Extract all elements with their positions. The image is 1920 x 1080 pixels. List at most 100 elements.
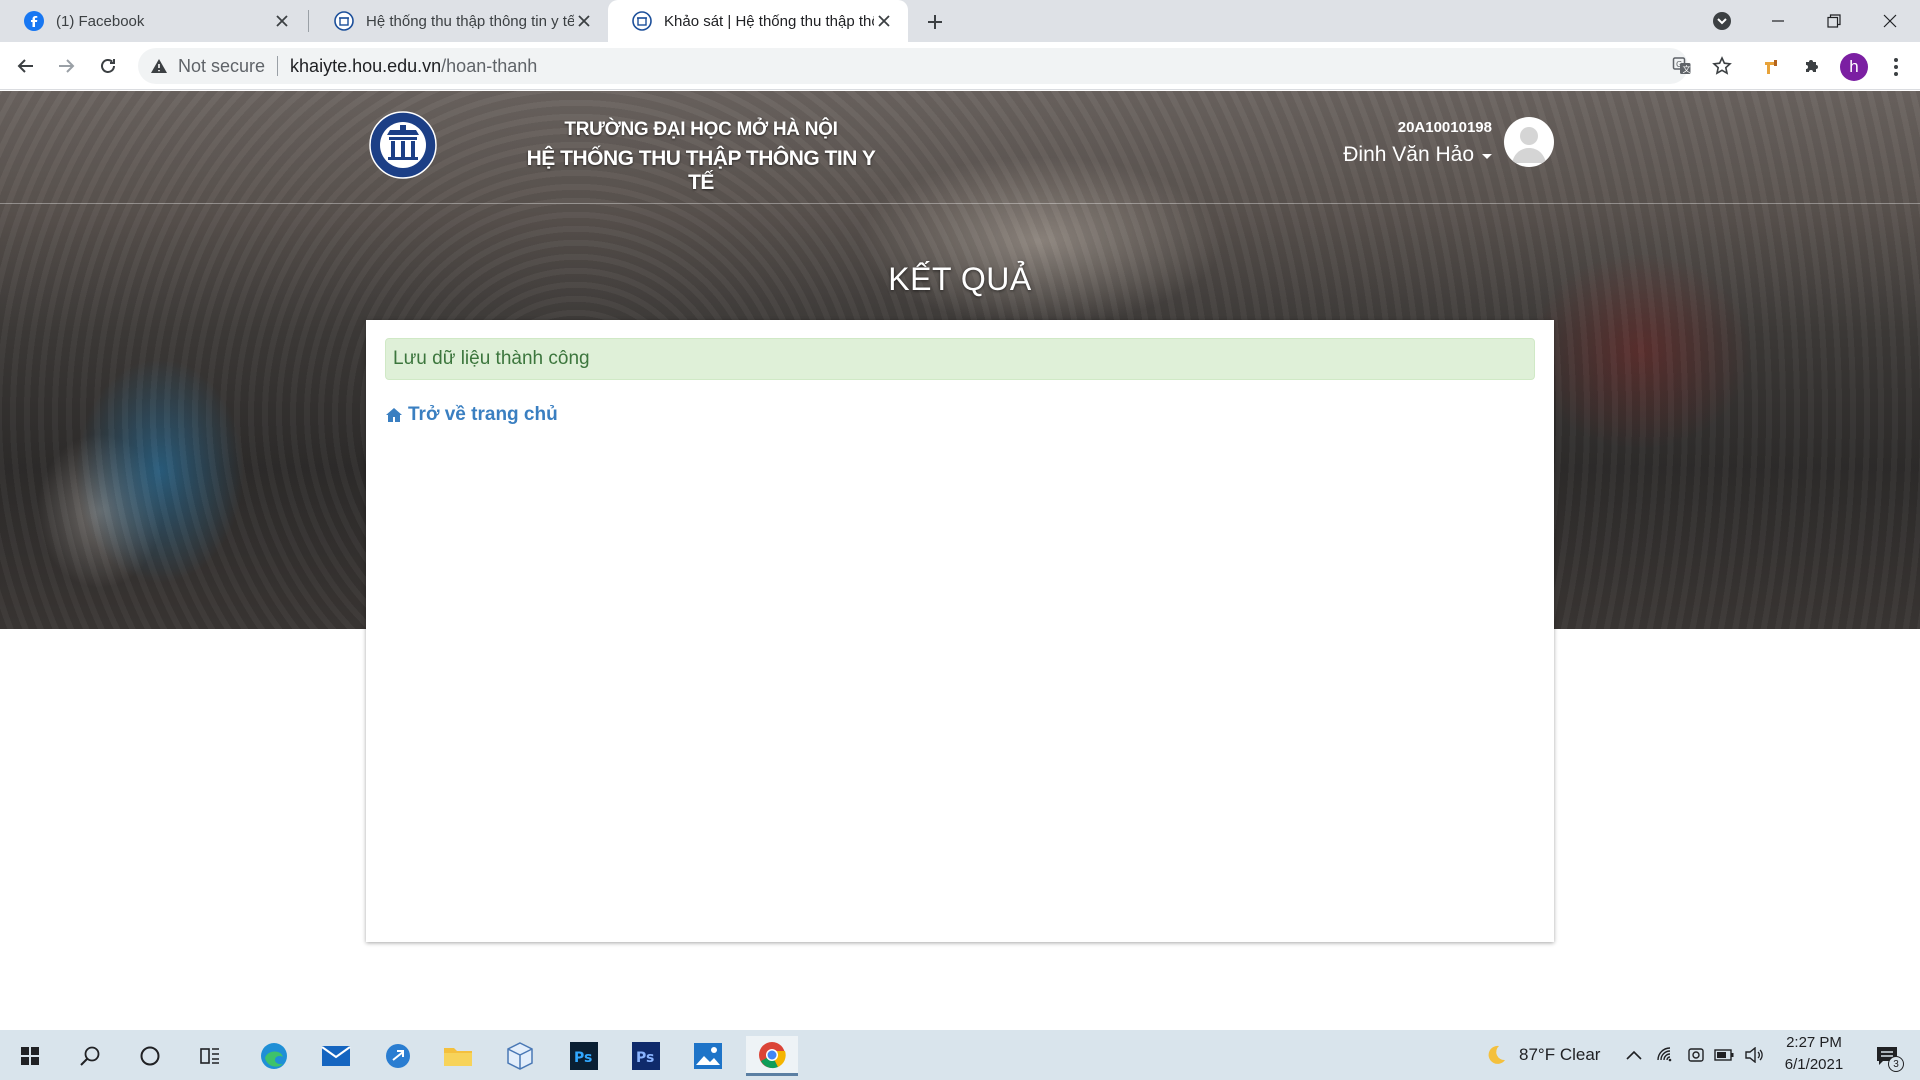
battery-icon xyxy=(1714,1049,1734,1061)
browser-menu-button[interactable] xyxy=(1884,54,1908,80)
taskbar-chrome[interactable] xyxy=(746,1036,798,1076)
chrome-icon xyxy=(759,1041,786,1068)
home-icon[interactable] xyxy=(385,407,403,423)
hammer-icon xyxy=(1765,60,1777,74)
taskbar-app[interactable] xyxy=(374,1036,422,1076)
tab-health-info-system[interactable]: Hệ thống thu thập thông tin y tế xyxy=(310,0,608,42)
tab-title: (1) Facebook xyxy=(56,12,145,30)
weather-text[interactable]: 87°F Clear xyxy=(1519,1045,1600,1065)
taskbar-photoshop-2[interactable]: Ps xyxy=(622,1036,670,1076)
back-home-link[interactable]: Trở về trang chủ xyxy=(385,404,558,426)
security-label[interactable]: Not secure xyxy=(178,56,265,77)
kebab-menu-icon xyxy=(1894,58,1898,76)
meet-now-button[interactable] xyxy=(1686,1045,1706,1065)
warning-icon[interactable] xyxy=(150,57,168,75)
user-silhouette-icon xyxy=(1512,127,1546,163)
clock-time[interactable]: 2:27 PM xyxy=(1784,1034,1844,1051)
facebook-icon xyxy=(24,11,44,31)
translate-icon: G文 xyxy=(1672,57,1691,74)
close-tab-icon[interactable] xyxy=(272,11,292,31)
show-hidden-icons-button[interactable] xyxy=(1624,1045,1644,1065)
url-host: khaiyte.hou.edu.vn xyxy=(290,55,442,76)
windows-taskbar: Ps Ps 87°F Clear 2:27 PM 6/1/2021 3 xyxy=(0,1030,1920,1080)
tab-title: Hệ thống thu thập thông tin y tế xyxy=(366,12,574,30)
user-menu-dropdown[interactable]: Đinh Văn Hảo xyxy=(1300,143,1492,167)
translate-button[interactable]: G文 xyxy=(1670,54,1694,78)
edge-browser-icon xyxy=(261,1043,287,1069)
university-logo-icon[interactable] xyxy=(368,107,438,191)
search-button[interactable] xyxy=(66,1036,114,1076)
start-button[interactable] xyxy=(6,1036,54,1076)
moon-weather-icon[interactable] xyxy=(1484,1043,1508,1067)
tab-separator xyxy=(308,10,309,32)
taskbar-edge[interactable] xyxy=(250,1036,298,1076)
user-name[interactable]: Đinh Văn Hảo xyxy=(1343,143,1474,167)
clock-date[interactable]: 6/1/2021 xyxy=(1778,1056,1850,1073)
browser-tab-strip: (1) Facebook Hệ thống thu thập thông tin… xyxy=(0,0,1920,42)
svg-text:Ps: Ps xyxy=(636,1050,654,1066)
extensions-menu-button[interactable] xyxy=(1800,54,1824,78)
caret-down-icon[interactable] xyxy=(1482,153,1492,159)
wifi-icon xyxy=(1657,1047,1672,1062)
restore-icon xyxy=(1827,14,1841,28)
search-icon xyxy=(80,1046,100,1066)
profile-avatar-button[interactable]: h xyxy=(1840,53,1868,81)
tab-facebook[interactable]: (1) Facebook xyxy=(0,0,306,42)
arrow-left-icon xyxy=(17,59,33,73)
browser-toolbar: Not secure khaiyte.hou.edu.vn /hoan-than… xyxy=(0,42,1920,90)
close-icon xyxy=(1883,14,1897,28)
chevron-down-circle-icon xyxy=(1713,12,1731,30)
arrow-right-icon xyxy=(59,59,75,73)
cortana-button[interactable] xyxy=(126,1036,174,1076)
reload-icon xyxy=(101,59,115,73)
tab-search-button[interactable] xyxy=(1694,0,1750,42)
university-name: TRƯỜNG ĐẠI HỌC MỞ HÀ NỘI xyxy=(564,119,838,140)
new-tab-button[interactable] xyxy=(922,9,948,35)
mail-icon xyxy=(321,1046,351,1066)
notification-badge: 3 xyxy=(1888,1056,1904,1072)
forward-button[interactable] xyxy=(52,52,80,80)
taskbar-mail[interactable] xyxy=(312,1036,360,1076)
puzzle-icon xyxy=(1806,60,1818,72)
restore-button[interactable] xyxy=(1806,0,1862,42)
tab-survey-active[interactable]: Khảo sát | Hệ thống thu thập thô xyxy=(608,0,908,42)
svg-text:文: 文 xyxy=(1683,64,1691,74)
network-button[interactable] xyxy=(1656,1045,1676,1065)
user-avatar[interactable] xyxy=(1504,117,1554,167)
close-tab-icon[interactable] xyxy=(874,11,894,31)
close-window-button[interactable] xyxy=(1862,0,1918,42)
notification-center-button[interactable]: 3 xyxy=(1870,1043,1904,1072)
result-card: Lưu dữ liệu thành công Trở về trang chủ xyxy=(366,320,1554,942)
battery-button[interactable] xyxy=(1714,1045,1734,1065)
star-icon xyxy=(1712,56,1732,75)
extension-button[interactable] xyxy=(1760,54,1784,78)
back-home-label[interactable]: Trở về trang chủ xyxy=(408,404,558,426)
task-view-icon xyxy=(200,1048,219,1064)
minimize-button[interactable] xyxy=(1750,0,1806,42)
url-path: /hoan-thanh xyxy=(441,55,538,76)
task-view-button[interactable] xyxy=(186,1036,234,1076)
system-name: HỆ THỐNG THU THẬP THÔNG TIN Y TẾ xyxy=(526,147,876,194)
reload-button[interactable] xyxy=(94,52,122,80)
address-divider xyxy=(277,56,279,76)
address-bar[interactable]: Not secure khaiyte.hou.edu.vn /hoan-than… xyxy=(138,48,1688,84)
photos-icon xyxy=(694,1043,722,1069)
back-button[interactable] xyxy=(12,52,40,80)
tab-title: Khảo sát | Hệ thống thu thập thô xyxy=(664,12,874,30)
volume-button[interactable] xyxy=(1744,1045,1764,1065)
taskbar-photos[interactable] xyxy=(684,1036,732,1076)
chevron-up-icon xyxy=(1626,1050,1642,1060)
close-tab-icon[interactable] xyxy=(574,11,594,31)
cortana-icon xyxy=(140,1046,160,1066)
speaker-icon xyxy=(1745,1047,1763,1063)
bookmark-button[interactable] xyxy=(1710,54,1734,78)
header-divider xyxy=(0,203,1920,204)
photoshop-icon: Ps xyxy=(570,1042,598,1070)
hou-icon xyxy=(632,11,652,31)
taskbar-file-explorer[interactable] xyxy=(434,1036,482,1076)
minimize-icon xyxy=(1772,20,1784,22)
taskbar-photoshop[interactable]: Ps xyxy=(560,1036,608,1076)
app-circle-icon xyxy=(386,1044,410,1068)
windows-logo-icon xyxy=(21,1047,39,1065)
taskbar-3d-viewer[interactable] xyxy=(496,1036,544,1076)
